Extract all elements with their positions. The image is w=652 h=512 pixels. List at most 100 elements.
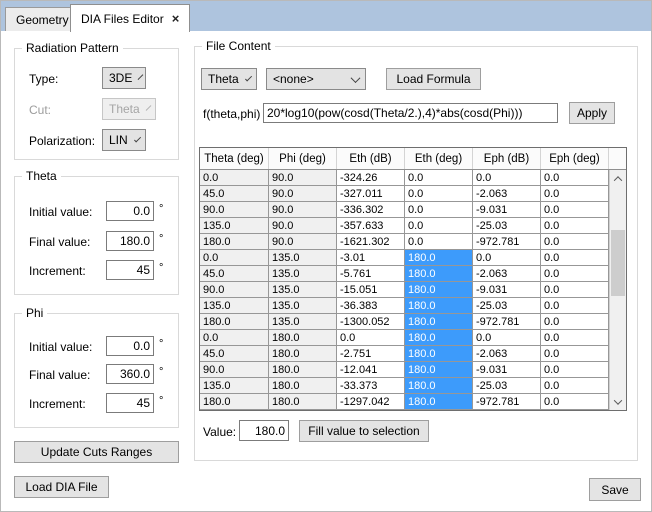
table-cell[interactable]: 180.0	[405, 346, 473, 362]
table-cell[interactable]: -357.633	[337, 218, 405, 234]
table-cell[interactable]: -2.063	[473, 186, 541, 202]
table-cell[interactable]: 180.0	[405, 250, 473, 266]
table-cell[interactable]: -9.031	[473, 362, 541, 378]
table-cell[interactable]: 0.0	[200, 330, 269, 346]
tab-geometry[interactable]: Geometry	[5, 7, 80, 31]
table-cell[interactable]: 180.0	[405, 282, 473, 298]
table-cell[interactable]: 135.0	[269, 314, 337, 330]
table-cell[interactable]: 135.0	[269, 298, 337, 314]
polarization-combobox[interactable]: LIN	[102, 129, 146, 151]
table-cell[interactable]: 0.0	[541, 314, 609, 330]
table-cell[interactable]: 90.0	[269, 170, 337, 186]
table-cell[interactable]: -1297.042	[337, 394, 405, 410]
phi-initial-input[interactable]	[106, 336, 154, 356]
table-cell[interactable]: -15.051	[337, 282, 405, 298]
scrollbar-thumb[interactable]	[611, 230, 625, 296]
table-cell[interactable]: -9.031	[473, 202, 541, 218]
table-cell[interactable]: 0.0	[541, 170, 609, 186]
type-combobox[interactable]: 3DE	[102, 67, 146, 89]
phi-final-input[interactable]	[106, 364, 154, 384]
table-cell[interactable]: 135.0	[200, 298, 269, 314]
apply-button[interactable]: Apply	[569, 102, 615, 124]
table-cell[interactable]: 0.0	[200, 170, 269, 186]
table-cell[interactable]: -2.063	[473, 346, 541, 362]
load-formula-button[interactable]: Load Formula	[386, 68, 481, 90]
column-header-2[interactable]: Eth (dB)	[337, 148, 405, 169]
column-header-4[interactable]: Eph (dB)	[473, 148, 541, 169]
table-cell[interactable]: -972.781	[473, 394, 541, 410]
table-cell[interactable]: 0.0	[541, 362, 609, 378]
table-cell[interactable]: 0.0	[541, 186, 609, 202]
table-cell[interactable]: 90.0	[200, 202, 269, 218]
fill-value-button[interactable]: Fill value to selection	[299, 420, 429, 442]
table-cell[interactable]: -2.751	[337, 346, 405, 362]
table-vertical-scrollbar[interactable]	[609, 170, 626, 410]
table-cell[interactable]: 90.0	[200, 362, 269, 378]
table-cell[interactable]: 0.0	[473, 330, 541, 346]
tab-dia-files-editor[interactable]: DIA Files Editor ×	[70, 4, 190, 32]
table-cell[interactable]: 0.0	[405, 170, 473, 186]
theta-final-input[interactable]	[106, 231, 154, 251]
table-cell[interactable]: -336.302	[337, 202, 405, 218]
table-cell[interactable]: 135.0	[269, 266, 337, 282]
table-cell[interactable]: 0.0	[541, 298, 609, 314]
table-cell[interactable]: 180.0	[405, 330, 473, 346]
scroll-up-icon[interactable]	[610, 170, 626, 187]
table-cell[interactable]: -25.03	[473, 378, 541, 394]
column-header-1[interactable]: Phi (deg)	[269, 148, 337, 169]
table-cell[interactable]: 180.0	[269, 362, 337, 378]
table-cell[interactable]: -972.781	[473, 314, 541, 330]
table-cell[interactable]: -3.01	[337, 250, 405, 266]
theta-increment-input[interactable]	[106, 260, 154, 280]
table-cell[interactable]: 180.0	[405, 362, 473, 378]
table-cell[interactable]: 90.0	[269, 218, 337, 234]
table-cell[interactable]: 0.0	[541, 250, 609, 266]
table-cell[interactable]: 180.0	[200, 234, 269, 250]
preset-combobox[interactable]: <none>	[266, 68, 366, 90]
table-cell[interactable]: 180.0	[269, 330, 337, 346]
table-cell[interactable]: 45.0	[200, 266, 269, 282]
table-cell[interactable]: 90.0	[200, 282, 269, 298]
table-cell[interactable]: 135.0	[200, 378, 269, 394]
table-cell[interactable]: 135.0	[200, 218, 269, 234]
table-cell[interactable]: 0.0	[337, 330, 405, 346]
column-header-3[interactable]: Eth (deg)	[405, 148, 473, 169]
table-cell[interactable]: -2.063	[473, 266, 541, 282]
table-cell[interactable]: 180.0	[200, 314, 269, 330]
table-cell[interactable]: 180.0	[405, 314, 473, 330]
update-cuts-ranges-button[interactable]: Update Cuts Ranges	[14, 441, 179, 463]
formula-input[interactable]	[263, 103, 558, 123]
table-cell[interactable]: 90.0	[269, 186, 337, 202]
table-cell[interactable]: 0.0	[541, 266, 609, 282]
table-cell[interactable]: 0.0	[405, 202, 473, 218]
table-cell[interactable]: -25.03	[473, 298, 541, 314]
table-cell[interactable]: 0.0	[405, 218, 473, 234]
table-cell[interactable]: 0.0	[541, 330, 609, 346]
table-cell[interactable]: 180.0	[269, 346, 337, 362]
table-cell[interactable]: 180.0	[200, 394, 269, 410]
table-cell[interactable]: 180.0	[405, 298, 473, 314]
table-cell[interactable]: 180.0	[269, 394, 337, 410]
table-cell[interactable]: 45.0	[200, 186, 269, 202]
field-combobox[interactable]: Theta	[201, 68, 257, 90]
table-cell[interactable]: 45.0	[200, 346, 269, 362]
phi-increment-input[interactable]	[106, 393, 154, 413]
table-cell[interactable]: 180.0	[269, 378, 337, 394]
table-cell[interactable]: 90.0	[269, 202, 337, 218]
table-cell[interactable]: -324.26	[337, 170, 405, 186]
column-header-5[interactable]: Eph (deg)	[541, 148, 609, 169]
table-cell[interactable]: -36.383	[337, 298, 405, 314]
table-cell[interactable]: 0.0	[541, 218, 609, 234]
value-input[interactable]	[239, 420, 289, 441]
table-cell[interactable]: -12.041	[337, 362, 405, 378]
table-cell[interactable]: 0.0	[541, 234, 609, 250]
table-cell[interactable]: 0.0	[473, 250, 541, 266]
table-cell[interactable]: 180.0	[405, 378, 473, 394]
table-cell[interactable]: 0.0	[541, 394, 609, 410]
table-cell[interactable]: 90.0	[269, 234, 337, 250]
theta-initial-input[interactable]	[106, 201, 154, 221]
table-cell[interactable]: -25.03	[473, 218, 541, 234]
table-cell[interactable]: 0.0	[541, 378, 609, 394]
column-header-0[interactable]: Theta (deg)	[200, 148, 269, 169]
table-cell[interactable]: 0.0	[541, 346, 609, 362]
